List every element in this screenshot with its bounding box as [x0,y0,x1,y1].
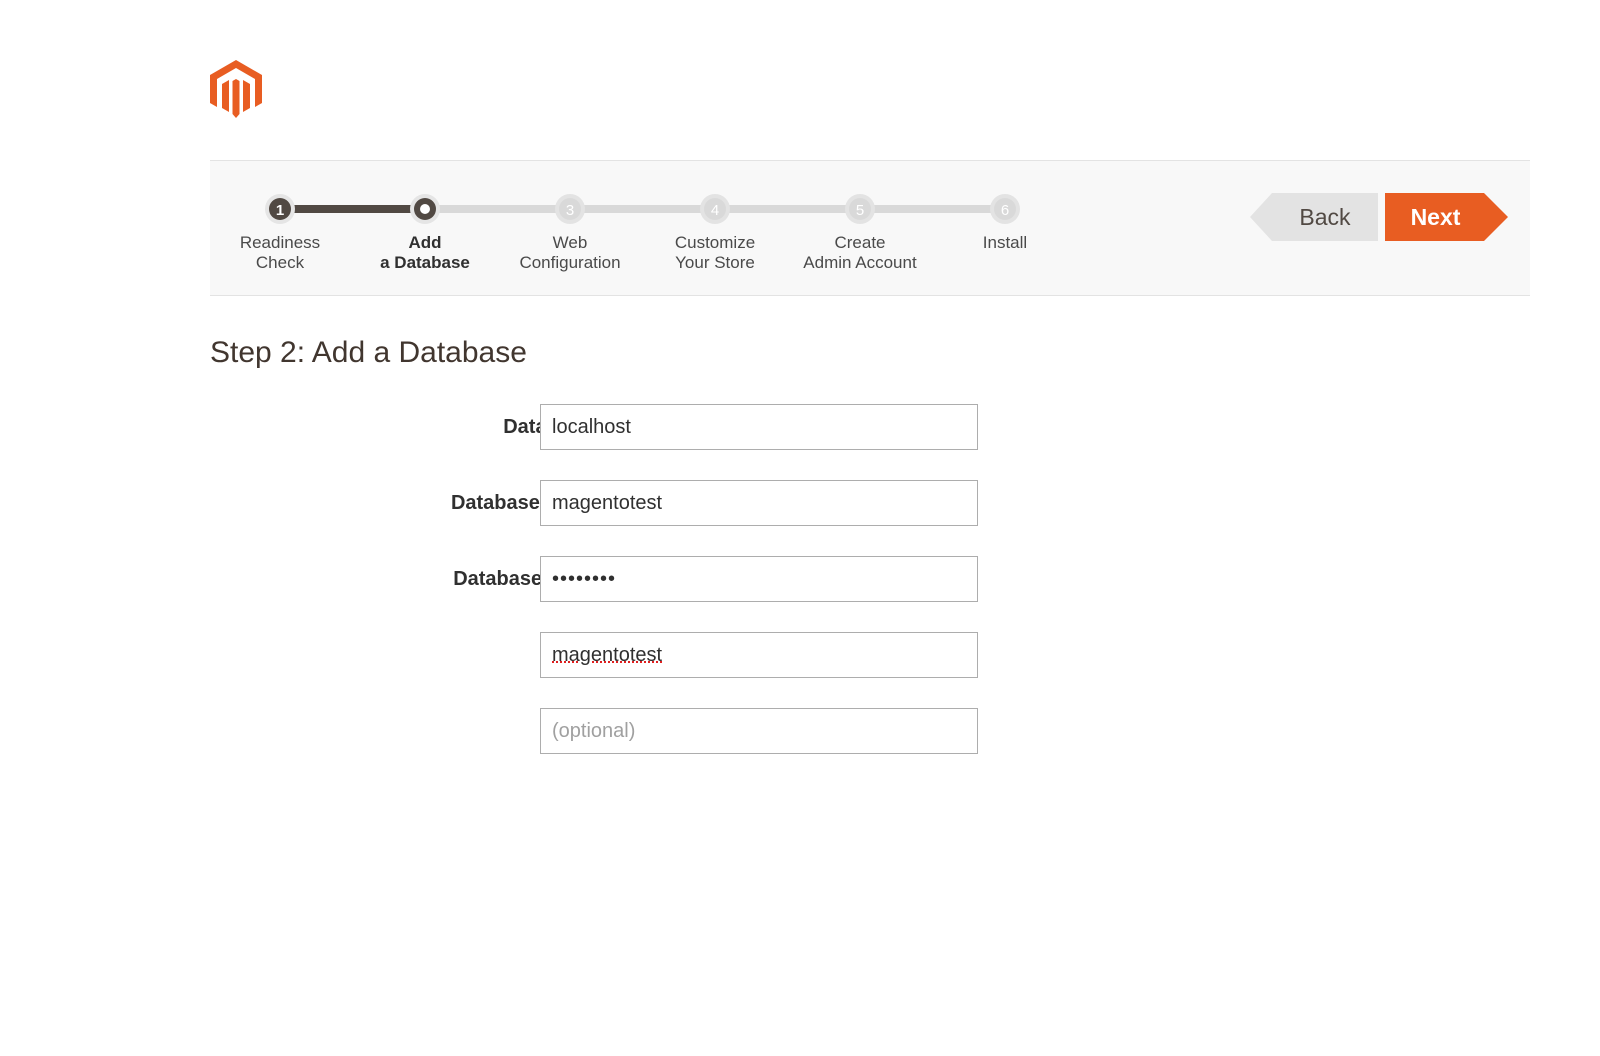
step-label-customize-store: Customize Your Store [674,233,756,272]
form-row-db-host: Database Server Host * [210,404,1010,450]
step-number: 6 [1001,202,1009,219]
db-host-input[interactable] [540,404,978,450]
db-name-input[interactable] [540,632,978,678]
db-username-input[interactable] [540,480,978,526]
step-label-readiness-check: Readiness Check [239,233,321,272]
form-row-db-name: Database Name * [210,632,1010,678]
page-title: Step 2: Add a Database [210,336,527,369]
step-number: 3 [566,202,574,219]
db-password-input[interactable] [540,556,978,602]
step-marker-customize-store: 4 [700,194,730,224]
form-row-table-prefix: Table prefix [210,708,1010,754]
table-prefix-input[interactable] [540,708,978,754]
step-label-install: Install [982,233,1028,252]
step-number: 4 [711,202,719,219]
form-row-db-password: Database Server Password [210,556,1010,602]
step-marker-web-configuration: 3 [555,194,585,224]
step-label-create-admin: Create Admin Account [803,233,917,272]
wizard-progress-bar: 1 3 4 5 6 Readiness Check Add a Database… [210,160,1530,296]
back-button[interactable]: Back [1250,193,1378,241]
setup-wizard-page: 1 3 4 5 6 Readiness Check Add a Database… [0,0,1600,1056]
step-marker-install: 6 [990,194,1020,224]
step-number: 1 [276,202,284,219]
step-label-web-configuration: Web Configuration [519,233,621,272]
magento-logo-icon [210,60,262,118]
step-marker-create-admin: 5 [845,194,875,224]
step-number: 5 [856,202,864,219]
step-label-add-database: Add a Database [380,233,470,272]
next-button[interactable]: Next [1385,193,1508,241]
form-row-db-username: Database Server Username * [210,480,1010,526]
step-marker-add-database [410,194,440,224]
step-marker-readiness-check: 1 [265,194,295,224]
